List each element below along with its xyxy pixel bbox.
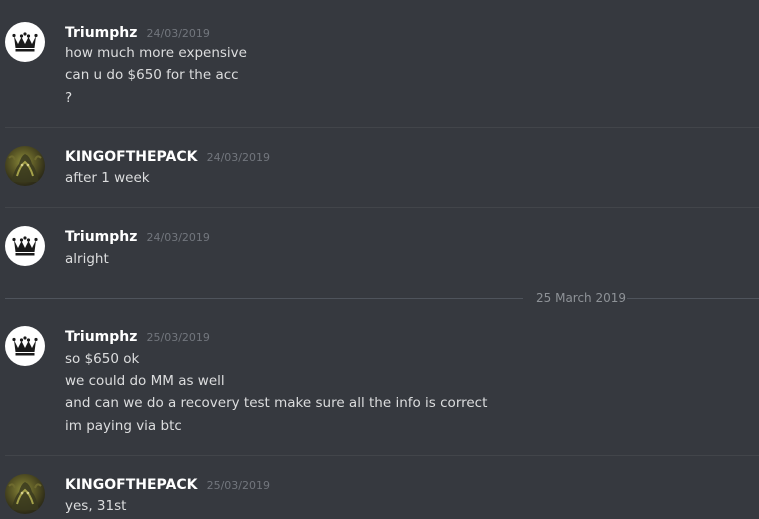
message-header: KINGOFTHEPACK 24/03/2019 bbox=[65, 146, 270, 168]
message-divider bbox=[5, 455, 759, 456]
avatar[interactable] bbox=[5, 146, 45, 186]
username[interactable]: Triumphz bbox=[65, 229, 137, 245]
username[interactable]: Triumphz bbox=[65, 329, 137, 345]
wolf-avatar bbox=[8, 154, 42, 182]
message-text: after 1 week bbox=[65, 170, 150, 186]
crown-icon bbox=[12, 336, 38, 356]
crown-icon bbox=[12, 32, 38, 52]
message-text: ? bbox=[65, 90, 73, 106]
message-header: Triumphz 24/03/2019 bbox=[65, 226, 210, 248]
avatar[interactable] bbox=[5, 326, 45, 366]
message-header: Triumphz 24/03/2019 bbox=[65, 22, 210, 44]
username[interactable]: KINGOFTHEPACK bbox=[65, 149, 198, 165]
message-text: and can we do a recovery test make sure … bbox=[65, 395, 488, 411]
message-text: alright bbox=[65, 251, 109, 267]
username[interactable]: Triumphz bbox=[65, 25, 137, 41]
separator-line bbox=[627, 298, 759, 299]
message-header: KINGOFTHEPACK 25/03/2019 bbox=[65, 474, 270, 496]
message-header: Triumphz 25/03/2019 bbox=[65, 326, 210, 348]
timestamp: 24/03/2019 bbox=[146, 27, 210, 40]
date-separator-label: 25 March 2019 bbox=[536, 291, 627, 305]
timestamp: 24/03/2019 bbox=[206, 151, 270, 164]
avatar[interactable] bbox=[5, 226, 45, 266]
message-divider bbox=[5, 207, 759, 208]
message-text: how much more expensive bbox=[65, 45, 247, 61]
message-text: yes, 31st bbox=[65, 498, 127, 514]
wolf-avatar bbox=[8, 482, 42, 510]
crown-icon bbox=[12, 236, 38, 256]
avatar[interactable] bbox=[5, 474, 45, 514]
timestamp: 25/03/2019 bbox=[146, 331, 210, 344]
message-text: we could do MM as well bbox=[65, 373, 225, 389]
timestamp: 24/03/2019 bbox=[146, 231, 210, 244]
message-text: im paying via btc bbox=[65, 418, 182, 434]
separator-line bbox=[5, 298, 523, 299]
avatar[interactable] bbox=[5, 22, 45, 62]
message-text: can u do $650 for the acc bbox=[65, 67, 239, 83]
message-text: so $650 ok bbox=[65, 351, 140, 367]
username[interactable]: KINGOFTHEPACK bbox=[65, 477, 198, 493]
message-divider bbox=[5, 127, 759, 128]
date-separator: 25 March 2019 bbox=[5, 291, 759, 305]
timestamp: 25/03/2019 bbox=[206, 479, 270, 492]
